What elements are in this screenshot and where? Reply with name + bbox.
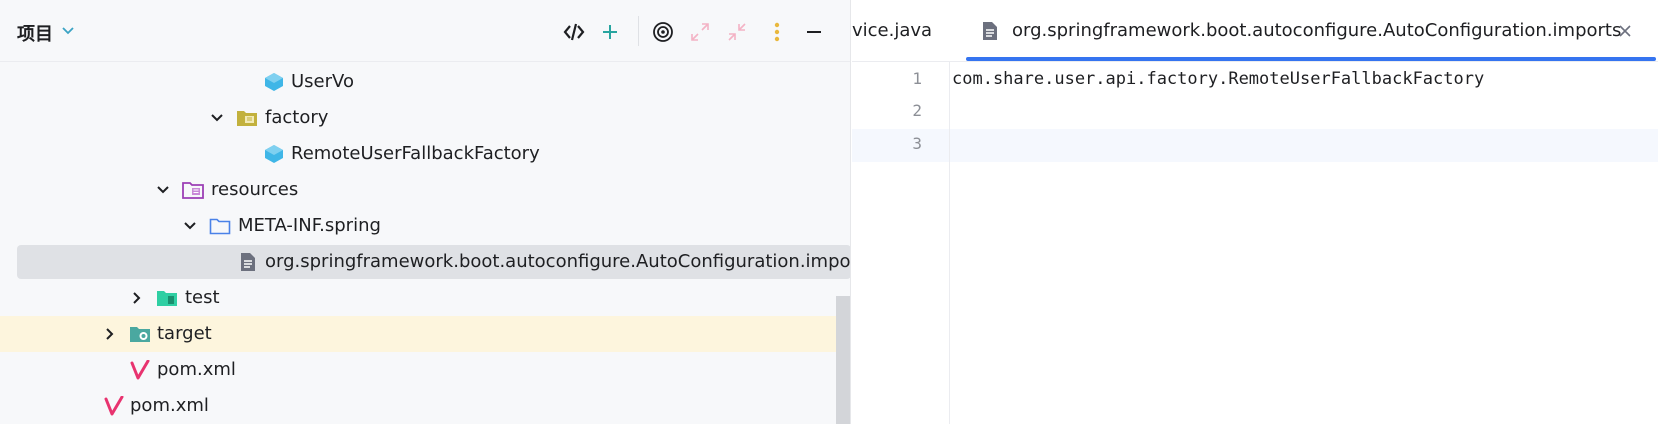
tree-item-test[interactable]: test	[0, 280, 850, 316]
maven-icon	[130, 360, 150, 380]
tree-item-label: test	[185, 287, 220, 308]
tree-item-label: target	[157, 323, 212, 344]
chevron-down-icon[interactable]	[62, 26, 74, 36]
project-panel: 项目 UserVo factory RemoteUserFallbackFact…	[0, 0, 851, 424]
tree-item-factory[interactable]: factory	[0, 100, 850, 136]
minus-icon[interactable]	[801, 19, 827, 45]
plus-icon[interactable]	[597, 19, 623, 45]
chevron-right-icon[interactable]	[130, 292, 144, 304]
line-number: 2	[912, 101, 922, 120]
chevron-down-icon[interactable]	[210, 112, 224, 124]
toolbar-separator	[638, 16, 639, 46]
active-tab-indicator	[966, 57, 1656, 61]
tree-item-autoconfiguration-imports[interactable]: org.springframework.boot.autoconfigure.A…	[0, 244, 851, 280]
code-link-icon[interactable]	[561, 19, 587, 45]
caret-line-highlight	[852, 129, 1658, 162]
folder-icon	[209, 218, 231, 235]
chevron-down-icon[interactable]	[183, 220, 197, 232]
resources-folder-icon	[182, 182, 204, 199]
close-icon[interactable]	[1616, 22, 1634, 40]
tree-item-label: resources	[211, 179, 299, 200]
tree-item-target[interactable]: target	[0, 316, 850, 352]
tree-item-pom-xml[interactable]: pom.xml	[0, 352, 850, 388]
tree-item-remoteuserfallbackfactory[interactable]: RemoteUserFallbackFactory	[0, 136, 850, 172]
target-icon[interactable]	[650, 19, 676, 45]
chevron-right-icon[interactable]	[103, 328, 117, 340]
tree-item-label: UserVo	[291, 71, 354, 92]
tree-item-label: pom.xml	[130, 395, 209, 416]
package-folder-icon	[237, 111, 257, 126]
scrollbar-thumb[interactable]	[836, 296, 850, 424]
maven-icon	[104, 396, 124, 416]
test-folder-icon	[157, 291, 177, 306]
tree-item-resources[interactable]: resources	[0, 172, 850, 208]
tab-autoconfiguration-imports[interactable]: org.springframework.boot.autoconfigure.A…	[966, 0, 1656, 62]
code-line[interactable]: com.share.user.api.factory.RemoteUserFal…	[952, 69, 1484, 89]
tree-item-label: org.springframework.boot.autoconfigure.A…	[265, 251, 851, 272]
project-panel-header: 项目	[0, 0, 850, 62]
kebab-menu-icon[interactable]	[764, 19, 790, 45]
tree-item-label: factory	[265, 107, 329, 128]
text-file-icon	[983, 22, 997, 40]
class-icon	[265, 73, 283, 91]
class-icon	[265, 145, 283, 163]
tab-label: org.springframework.boot.autoconfigure.A…	[1012, 20, 1622, 41]
tree-item-meta-inf-spring[interactable]: META-INF.spring	[0, 208, 850, 244]
project-tree: UserVo factory RemoteUserFallbackFactory…	[0, 64, 851, 424]
expand-all-icon[interactable]	[687, 19, 713, 45]
tree-item-label: pom.xml	[157, 359, 236, 380]
excluded-folder-icon	[130, 327, 150, 342]
line-number-gutter: 1 2 3	[852, 62, 950, 424]
collapse-all-icon[interactable]	[724, 19, 750, 45]
line-number: 1	[912, 69, 922, 88]
tree-item-uservo[interactable]: UserVo	[0, 64, 850, 100]
tree-item-label: RemoteUserFallbackFactory	[291, 143, 540, 164]
tree-item-pom-xml-root[interactable]: pom.xml	[0, 388, 850, 424]
tree-item-label: META-INF.spring	[238, 215, 381, 236]
editor-tab-bar: vice.java org.springframework.boot.autoc…	[852, 0, 1658, 62]
line-number: 3	[912, 134, 922, 153]
project-panel-title[interactable]: 项目	[17, 20, 53, 46]
tab-service-java[interactable]: vice.java	[852, 20, 932, 41]
chevron-down-icon[interactable]	[156, 184, 170, 196]
text-file-icon	[241, 253, 255, 271]
editor: vice.java org.springframework.boot.autoc…	[852, 0, 1658, 424]
